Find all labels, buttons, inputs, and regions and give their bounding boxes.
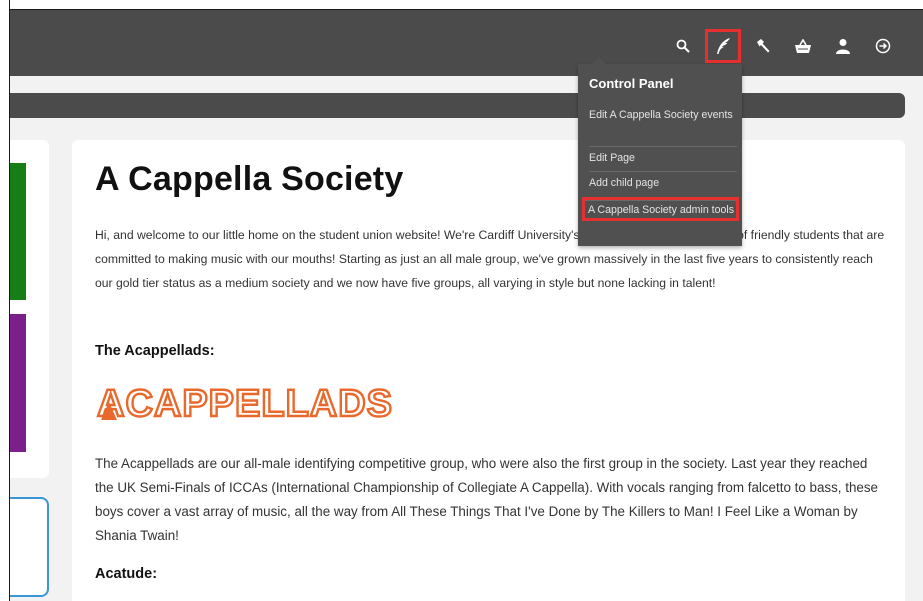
top-navigation-bar (9, 10, 923, 76)
page-title: A Cappella Society (95, 160, 404, 198)
sidebar-purple-tile[interactable] (9, 314, 26, 452)
sidebar-green-tile[interactable] (9, 163, 26, 300)
hammer-icon[interactable] (743, 32, 783, 60)
intro-paragraph: Hi, and welcome to our little home on th… (95, 228, 885, 290)
dropdown-arrow (592, 57, 606, 64)
quill-icon[interactable] (705, 29, 741, 63)
menu-item-edit-page[interactable]: Edit Page (589, 146, 737, 166)
acappellads-logo: ACAPPELLADS (95, 380, 425, 431)
control-panel-dropdown: Control Panel Edit A Cappella Society ev… (578, 57, 742, 246)
logout-icon[interactable] (863, 32, 903, 60)
logo-wordmark: ACAPPELLADS (97, 383, 393, 425)
sidebar-blue-box[interactable] (9, 497, 49, 597)
toolbar-icons (663, 29, 903, 63)
screenshot-left-border (0, 0, 10, 601)
secondary-nav-bar (9, 93, 905, 118)
basket-icon[interactable] (783, 32, 823, 60)
screenshot-top-border (0, 0, 923, 10)
control-panel-title: Control Panel (589, 76, 674, 91)
menu-item-admin-tools[interactable]: A Cappella Society admin tools (582, 197, 739, 221)
menu-item-edit-events[interactable]: Edit A Cappella Society events (589, 108, 737, 123)
acappellads-paragraph: The Acappellads are our all-male identif… (95, 456, 878, 543)
menu-item-add-child-page[interactable]: Add child page (589, 171, 737, 191)
section-heading-acappellads: The Acappellads: (95, 343, 215, 359)
user-icon[interactable] (823, 32, 863, 60)
search-icon[interactable] (663, 32, 703, 60)
section-heading-acatude: Acatude: (95, 566, 158, 582)
